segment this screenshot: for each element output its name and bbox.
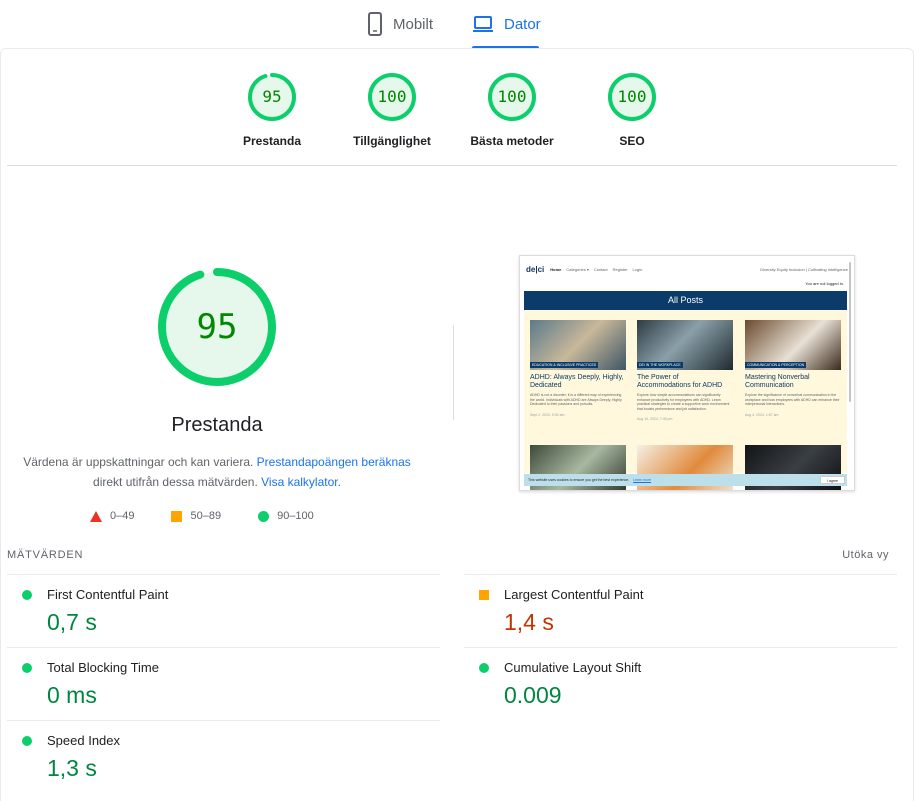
device-tabs: Mobilt Dator	[0, 0, 914, 49]
metric-lcp: Largest Contentful Paint 1,4 s	[464, 574, 897, 647]
gauge-label: SEO	[619, 134, 645, 148]
login-status: You are not logged in.	[805, 281, 844, 286]
legend-pass: 90–100	[258, 510, 314, 522]
post-excerpt: Explore how simple accommodations can si…	[637, 393, 730, 411]
metrics-header: MÄTVÄRDEN	[7, 549, 84, 561]
category-seo[interactable]: 100 SEO	[572, 72, 692, 148]
scrollbar	[849, 262, 851, 402]
desc-suffix: .	[337, 475, 341, 489]
performance-score: 95	[196, 307, 238, 347]
metric-tbt: Total Blocking Time 0 ms	[7, 647, 440, 720]
legend-pass-range: 90–100	[277, 510, 314, 522]
score-calculation-link[interactable]: Prestandapoängen beräknas	[257, 455, 411, 469]
gauge-ring: 100	[487, 72, 537, 122]
legend-average-range: 50–89	[190, 510, 222, 522]
score-legend: 0–49 50–89 90–100	[90, 510, 351, 522]
gauge-ring: 100	[607, 72, 657, 122]
legend-average: 50–89	[171, 510, 221, 522]
post-card: COMMUNICATION & PERCEPTION Mastering Non…	[745, 320, 841, 417]
average-square-icon	[479, 590, 489, 600]
pass-circle-icon	[258, 510, 270, 522]
desc-prefix: Värdena är uppskattningar och kan varier…	[23, 455, 254, 469]
vertical-divider	[453, 325, 454, 420]
gauge-ring: 100	[367, 72, 417, 122]
gauge-score: 100	[377, 87, 407, 106]
site-nav-item: Home	[550, 266, 562, 272]
metric-fcp: First Contentful Paint 0,7 s	[7, 574, 440, 647]
metric-name: Speed Index	[47, 733, 121, 748]
legend-fail-range: 0–49	[110, 510, 135, 522]
metric-value: 1,4 s	[504, 609, 554, 635]
tab-desktop[interactable]: Dator	[472, 12, 541, 49]
post-date: Sept 2, 2024, 9:30 am	[530, 412, 565, 417]
posts-banner: All Posts	[524, 291, 847, 310]
gauge-label: Prestanda	[242, 134, 302, 148]
fail-triangle-icon	[90, 510, 102, 522]
post-title: ADHD: Always Deeply, Highly, Dedicated	[530, 374, 624, 389]
gauge-ring: 95	[247, 72, 297, 122]
metric-value: 0,7 s	[47, 609, 97, 635]
divider	[7, 165, 897, 166]
post-tag: COMMUNICATION & PERCEPTION	[745, 362, 807, 368]
post-card: DEI IN THE WORKPLACE The Power of Accomm…	[637, 320, 733, 421]
metric-cls: Cumulative Layout Shift 0.009	[464, 647, 897, 720]
gauge-score: 95	[262, 87, 282, 106]
category-performance[interactable]: 95 Prestanda	[212, 72, 332, 148]
site-nav-item: Contact	[593, 266, 608, 272]
category-best-practices[interactable]: 100 Bästa metoder	[452, 72, 572, 148]
metric-value: 0.009	[504, 682, 562, 708]
tab-mobile-label: Mobilt	[393, 16, 434, 33]
post-excerpt: Explore the significance of nonverbal co…	[745, 393, 840, 406]
post-tag: EDUCATION & INCLUSIVE PRACTICES	[530, 362, 599, 368]
metric-name: Cumulative Layout Shift	[504, 660, 642, 675]
pass-circle-icon	[22, 736, 32, 746]
post-title: Mastering Nonverbal Communication	[745, 374, 810, 389]
final-screenshot[interactable]: de|ci Home Categories ▾ Contact Register Log…	[519, 255, 855, 491]
post-tag: DEI IN THE WORKPLACE	[637, 362, 683, 368]
post-date: Aug 10, 2024, 7:45 pm	[637, 417, 673, 421]
site-tagline: Diversity Equity Inclusion | Cultivating…	[760, 266, 848, 272]
post-title: The Power of Accommodations for ADHD	[637, 374, 723, 389]
metric-name: Total Blocking Time	[47, 660, 159, 675]
posts-grid: EDUCATION & INCLUSIVE PRACTICES ADHD: Al…	[524, 310, 847, 490]
gauge-label: Bästa metoder	[470, 134, 554, 148]
site-header: de|ci Home Categories ▾ Contact Register Log…	[526, 262, 848, 276]
post-date: Aug 4, 2024, 1:57 am	[745, 412, 779, 417]
metric-value: 0 ms	[47, 682, 97, 708]
metric-name: Largest Contentful Paint	[504, 587, 644, 602]
cookie-text: This website uses cookies to ensure you …	[528, 478, 630, 482]
category-accessibility[interactable]: 100 Tillgänglighet	[332, 72, 452, 148]
site-nav-item: Login	[632, 266, 643, 272]
metric-si: Speed Index 1,3 s	[7, 720, 440, 793]
post-card: EDUCATION & INCLUSIVE PRACTICES ADHD: Al…	[530, 320, 626, 417]
post-excerpt: ADHD is not a disorder; it is a differen…	[530, 393, 622, 406]
expand-view-toggle[interactable]: Utöka vy	[842, 549, 889, 561]
tab-mobile[interactable]: Mobilt	[367, 12, 433, 48]
legend-fail: 0–49	[90, 510, 134, 522]
gauge-score: 100	[497, 87, 527, 106]
calculator-link[interactable]: Visa kalkylator	[261, 475, 337, 489]
gauge-score: 100	[617, 87, 647, 106]
performance-title: Prestanda	[171, 414, 263, 436]
site-nav-item: Categories ▾	[566, 266, 589, 272]
pass-circle-icon	[22, 663, 32, 673]
tab-desktop-label: Dator	[504, 16, 541, 33]
cookie-banner: This website uses cookies to ensure you …	[524, 474, 847, 486]
pass-circle-icon	[479, 663, 489, 673]
metric-name: First Contentful Paint	[47, 587, 169, 602]
performance-gauge: 95	[157, 267, 277, 387]
site-logo: de|ci	[526, 264, 545, 274]
performance-description: Värdena är uppskattningar och kan varier…	[17, 452, 417, 492]
cookie-accept-button: I agree	[820, 476, 845, 484]
laptop-icon	[472, 12, 494, 40]
pass-circle-icon	[22, 590, 32, 600]
site-nav-item: Register	[612, 266, 628, 272]
site-nav: Home Categories ▾ Contact Register Login	[550, 267, 647, 272]
metric-value: 1,3 s	[47, 755, 97, 781]
average-square-icon	[171, 510, 183, 522]
desc-middle: direkt utifrån dessa mätvärden.	[93, 475, 258, 489]
gauge-label: Tillgänglighet	[353, 134, 431, 148]
cookie-learn-more: Learn more	[633, 478, 652, 482]
smartphone-icon	[367, 12, 383, 40]
